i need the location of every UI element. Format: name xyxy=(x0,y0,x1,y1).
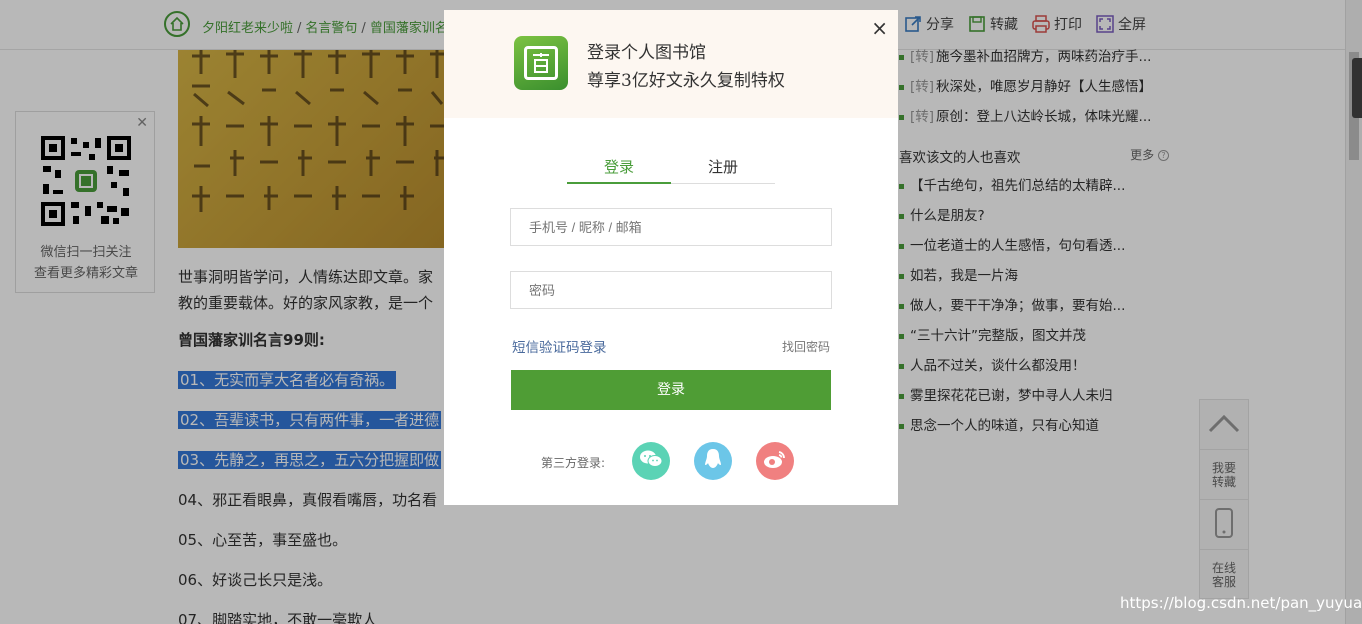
tab-login[interactable]: 登录 xyxy=(567,156,671,184)
close-icon[interactable]: × xyxy=(871,18,888,38)
wechat-login-button[interactable] xyxy=(632,442,670,480)
modal-title: 登录个人图书馆 xyxy=(587,43,706,63)
login-modal: 登录个人图书馆 尊享3亿好文永久复制特权 × 登录 注册 短信验证码登录 找回密… xyxy=(444,10,898,505)
modal-subtitle: 尊享3亿好文永久复制特权 xyxy=(587,71,785,91)
qq-login-button[interactable] xyxy=(694,442,732,480)
sms-login-link[interactable]: 短信验证码登录 xyxy=(512,336,607,356)
wechat-icon xyxy=(639,449,663,473)
modal-header: 登录个人图书馆 尊享3亿好文永久复制特权 × xyxy=(444,10,898,118)
login-button[interactable]: 登录 xyxy=(511,370,831,410)
password-input[interactable] xyxy=(510,271,832,309)
username-input[interactable] xyxy=(510,208,832,246)
weibo-icon xyxy=(763,449,787,473)
weibo-login-button[interactable] xyxy=(756,442,794,480)
watermark: https://blog.csdn.net/pan_yuyuan xyxy=(1120,594,1362,612)
auth-tabs: 登录 注册 xyxy=(567,156,775,184)
qq-icon xyxy=(703,447,723,475)
library-logo xyxy=(514,36,568,90)
third-party-label: 第三方登录: xyxy=(541,456,606,470)
find-password-link[interactable]: 找回密码 xyxy=(782,338,830,355)
logo-glyph xyxy=(524,46,558,80)
tab-register[interactable]: 注册 xyxy=(671,156,775,183)
